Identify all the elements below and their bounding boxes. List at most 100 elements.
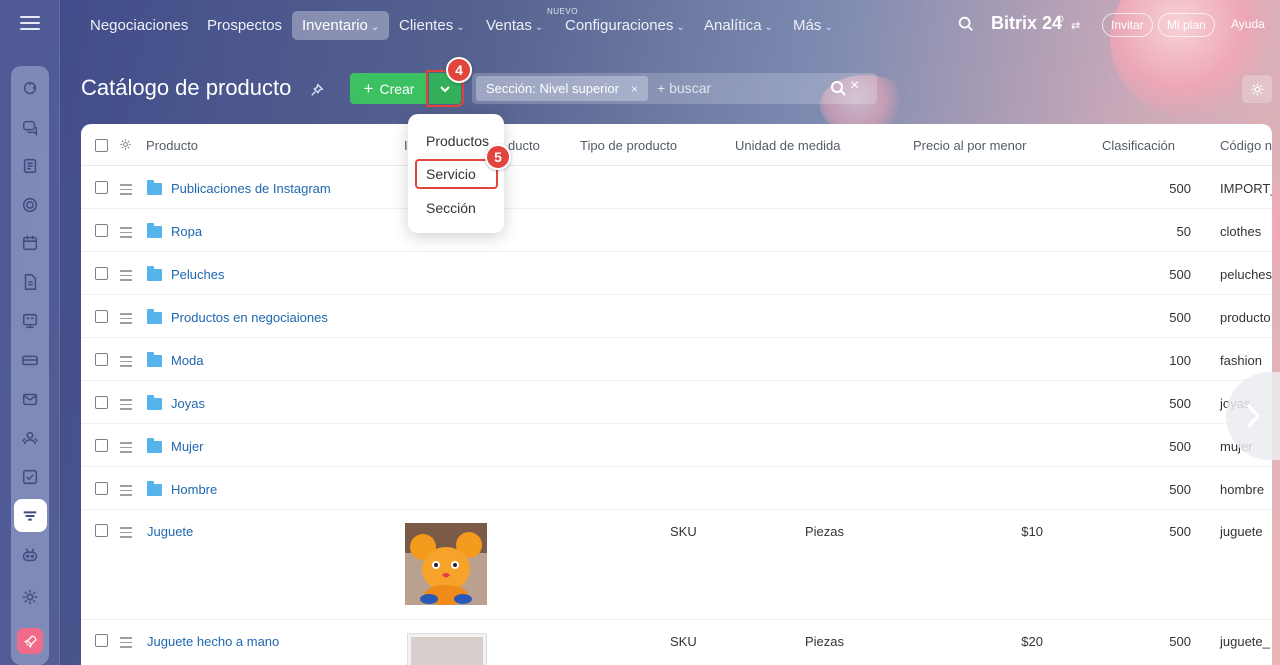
table-row[interactable]: Peluches 500 peluches	[81, 252, 1272, 295]
row-name-link[interactable]: Ropa	[171, 224, 202, 239]
row-name-link[interactable]: Juguete	[147, 524, 193, 539]
row-name-link[interactable]: Productos en negociaiones	[171, 310, 328, 325]
mail-icon[interactable]	[20, 389, 40, 409]
row-checkbox[interactable]	[95, 267, 108, 280]
invite-button[interactable]: Invitar	[1102, 13, 1153, 37]
table-row[interactable]: Juguete SKU Piezas $10 500 juguete	[81, 510, 1272, 620]
clear-search-icon[interactable]: ×	[850, 77, 859, 95]
plus-icon: +	[363, 79, 374, 98]
select-all-checkbox[interactable]	[95, 139, 108, 152]
storage-icon[interactable]	[20, 350, 40, 370]
nav-item-analitica[interactable]: Analítica ⌄	[704, 11, 773, 40]
crm-icon[interactable]	[20, 195, 40, 215]
activity-icon[interactable]	[20, 78, 40, 98]
drag-handle-icon[interactable]	[120, 184, 132, 198]
switch-icon[interactable]: ⇄	[1071, 19, 1080, 32]
table-row[interactable]: Juguete hecho a mano SKU Piezas $20 500 …	[81, 620, 1272, 665]
search-input[interactable]: + buscar	[657, 80, 711, 96]
menu-icon[interactable]	[20, 16, 40, 32]
nav-item-ventas[interactable]: Ventas ⌄	[486, 11, 543, 40]
nav-item-negociaciones[interactable]: Negociaciones	[90, 11, 188, 40]
row-tipo: SKU	[670, 634, 697, 649]
row-checkbox[interactable]	[95, 482, 108, 495]
product-thumbnail-toy[interactable]	[405, 523, 487, 605]
column-header[interactable]: Unidad de medida	[735, 138, 841, 153]
tasks-icon[interactable]	[20, 467, 40, 487]
table-row[interactable]: Productos en negociaiones 500 producto	[81, 295, 1272, 338]
row-name-link[interactable]: Joyas	[171, 396, 205, 411]
row-name-link[interactable]: Moda	[171, 353, 204, 368]
row-tipo: SKU	[670, 524, 697, 539]
row-checkbox[interactable]	[95, 353, 108, 366]
table-row[interactable]: Joyas 500 joyas	[81, 381, 1272, 424]
search-icon[interactable]	[957, 15, 977, 35]
row-clasificacion: 500	[1169, 310, 1191, 325]
drag-handle-icon[interactable]	[120, 637, 132, 651]
create-button[interactable]: + Crear	[350, 73, 428, 104]
row-name-link[interactable]: Mujer	[171, 439, 204, 454]
help-button[interactable]: Ayuda	[1231, 17, 1265, 31]
gear-icon[interactable]	[119, 138, 132, 154]
row-name-link[interactable]: Peluches	[171, 267, 224, 282]
table-row[interactable]: Ropa 50 clothes	[81, 209, 1272, 252]
drag-handle-icon[interactable]	[120, 313, 132, 327]
chevron-down-icon: ⌄	[824, 22, 833, 33]
row-checkbox[interactable]	[95, 439, 108, 452]
drag-handle-icon[interactable]	[120, 270, 132, 284]
filter-chip[interactable]: Sección: Nivel superior ×	[476, 76, 648, 101]
column-header[interactable]: Precio al por menor	[913, 138, 1026, 153]
table-row[interactable]: Hombre 500 hombre	[81, 467, 1272, 510]
inventory-icon[interactable]	[20, 506, 40, 526]
my-plan-button[interactable]: Mi plan	[1158, 13, 1215, 37]
menu-item-servicio[interactable]: Servicio	[426, 166, 476, 182]
row-name-link[interactable]: Publicaciones de Instagram	[171, 181, 331, 196]
left-rail	[0, 0, 60, 665]
row-checkbox[interactable]	[95, 524, 108, 537]
nav-item-configuraciones[interactable]: Configuraciones ⌄	[565, 11, 685, 40]
row-checkbox[interactable]	[95, 396, 108, 409]
menu-item-seccion[interactable]: Sección	[426, 200, 476, 216]
nav-item-mas[interactable]: Más ⌄	[793, 11, 833, 40]
drag-handle-icon[interactable]	[120, 485, 132, 499]
drag-handle-icon[interactable]	[120, 227, 132, 241]
row-name-link[interactable]: Hombre	[171, 482, 217, 497]
document-icon[interactable]	[20, 272, 40, 292]
row-checkbox[interactable]	[95, 310, 108, 323]
column-header[interactable]: Clasificación	[1102, 138, 1175, 153]
product-thumbnail-handmade[interactable]	[408, 634, 486, 665]
search-icon[interactable]	[830, 80, 846, 99]
chat-icon[interactable]	[20, 117, 40, 137]
filter-search-bar[interactable]: Sección: Nivel superior × + buscar ×	[472, 73, 877, 104]
drag-handle-icon[interactable]	[120, 442, 132, 456]
nav-item-clientes[interactable]: Clientes ⌄	[399, 11, 465, 40]
column-header[interactable]: Tipo de producto	[580, 138, 677, 153]
page-settings-button[interactable]	[1242, 75, 1272, 103]
table-row[interactable]: Moda 100 fashion	[81, 338, 1272, 381]
feed-icon[interactable]	[20, 156, 40, 176]
row-checkbox[interactable]	[95, 181, 108, 194]
nav-item-prospectos[interactable]: Prospectos	[207, 11, 282, 40]
drag-handle-icon[interactable]	[120, 399, 132, 413]
nav-item-inventario[interactable]: Inventario ⌄	[292, 11, 390, 40]
column-header[interactable]: Código n	[1220, 138, 1272, 153]
drag-handle-icon[interactable]	[120, 527, 132, 541]
board-icon[interactable]	[20, 311, 40, 331]
row-checkbox[interactable]	[95, 634, 108, 647]
table-row[interactable]: Publicaciones de Instagram 500 IMPORT_	[81, 166, 1272, 209]
row-name-link[interactable]: Juguete hecho a mano	[147, 634, 279, 649]
column-header[interactable]: Producto	[146, 138, 198, 153]
calendar-icon[interactable]	[20, 233, 40, 253]
rocket-icon[interactable]	[17, 628, 43, 654]
menu-item-productos[interactable]: Productos	[426, 133, 489, 149]
table-row[interactable]: Mujer 500 mujer	[81, 424, 1272, 467]
row-checkbox[interactable]	[95, 224, 108, 237]
contacts-icon[interactable]	[20, 428, 40, 448]
drag-handle-icon[interactable]	[120, 356, 132, 370]
nav-label: Ventas	[486, 17, 532, 34]
column-header[interactable]: ducto	[508, 138, 540, 153]
chip-close-icon[interactable]: ×	[631, 82, 638, 96]
robot-icon[interactable]	[20, 545, 40, 565]
chevron-down-icon: ⌄	[676, 22, 685, 33]
settings-icon[interactable]	[20, 587, 40, 607]
pin-icon[interactable]	[310, 83, 324, 100]
